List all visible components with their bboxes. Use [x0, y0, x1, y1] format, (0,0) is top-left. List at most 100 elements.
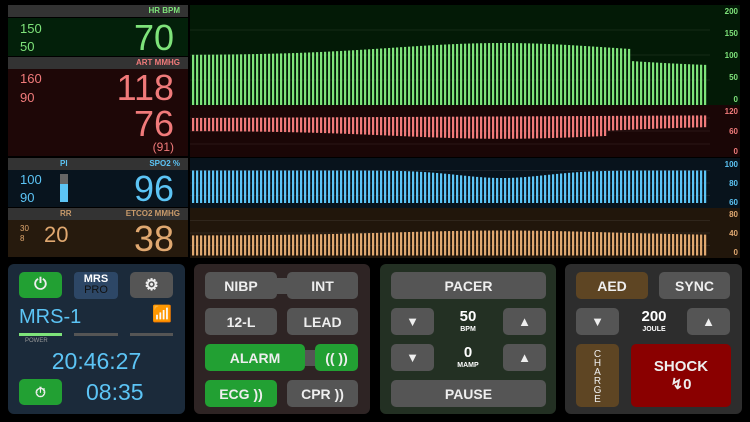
- trend-bar: [488, 177, 491, 203]
- trend-bar: [448, 116, 451, 138]
- trend-bar: [608, 47, 611, 105]
- trend-bar: [444, 44, 447, 105]
- settings-button[interactable]: ⚙: [130, 272, 173, 298]
- charge-button[interactable]: CHARGE: [576, 344, 619, 407]
- trend-bar: [292, 234, 295, 256]
- trend-bar: [372, 117, 375, 135]
- trend-bar: [412, 231, 415, 256]
- trend-bar: [428, 172, 431, 203]
- trend-bar: [508, 177, 511, 203]
- shock-button[interactable]: SHOCK ↯0: [631, 344, 731, 407]
- trend-bar: [268, 53, 271, 105]
- rate-down-button[interactable]: ▼: [391, 308, 434, 335]
- trend-bar: [220, 54, 223, 105]
- int-button[interactable]: INT: [287, 272, 358, 299]
- current-down-button[interactable]: ▼: [391, 344, 434, 371]
- energy-down-button[interactable]: ▼: [576, 308, 619, 335]
- trend-bar: [516, 116, 519, 139]
- trend-bar: [380, 232, 383, 256]
- hr-panel[interactable]: 150 50 70: [8, 18, 188, 56]
- trend-bar: [320, 234, 323, 256]
- trend-bar: [548, 174, 551, 203]
- pacer-button[interactable]: PACER: [391, 272, 546, 299]
- trend-bar: [612, 232, 615, 256]
- 12-lead-button[interactable]: 12-L: [205, 308, 277, 335]
- trend-bar: [324, 234, 327, 256]
- trend-bar: [220, 117, 223, 132]
- power-label: POWER: [25, 338, 48, 344]
- trend-bar: [260, 170, 263, 203]
- etco2-trend: [190, 208, 740, 258]
- trend-bar: [624, 115, 627, 130]
- trend-bar: [480, 116, 483, 139]
- trend-bar: [548, 44, 551, 105]
- trend-bar: [448, 174, 451, 203]
- trend-bar: [396, 232, 399, 256]
- trend-bar: [696, 64, 699, 105]
- trend-bar: [600, 232, 603, 256]
- trend-bar: [372, 233, 375, 256]
- trend-bar: [612, 115, 615, 131]
- sync-button[interactable]: SYNC: [659, 272, 730, 299]
- ecg-button[interactable]: ECG )): [205, 380, 277, 407]
- hr-low-limit: 50: [20, 39, 35, 54]
- rate-up-button[interactable]: ▲: [503, 308, 546, 335]
- trend-bar: [388, 47, 391, 105]
- trend-bar: [424, 172, 427, 203]
- trend-bar: [244, 170, 247, 203]
- trend-bar: [388, 232, 391, 256]
- trend-bar: [500, 177, 503, 203]
- trend-bar: [616, 115, 619, 131]
- trend-bar: [312, 117, 315, 133]
- energy-up-button[interactable]: ▲: [687, 308, 730, 335]
- sound-icon: )): [253, 385, 263, 402]
- trend-bar: [228, 117, 231, 132]
- hr-value: 70: [133, 17, 174, 58]
- trend-bar: [516, 43, 519, 105]
- trend-bar: [568, 172, 571, 203]
- trend-bar: [420, 171, 423, 203]
- trend-bar: [420, 45, 423, 105]
- trend-bar: [204, 170, 207, 203]
- trend-bar: [308, 170, 311, 203]
- timer-button[interactable]: ⏱: [19, 379, 62, 405]
- cpr-button[interactable]: CPR )): [287, 380, 358, 407]
- trend-bar: [600, 171, 603, 203]
- trend-bar: [580, 116, 583, 138]
- lead-button[interactable]: LEAD: [287, 308, 358, 335]
- trend-bar: [508, 230, 511, 256]
- trend-bar: [440, 44, 443, 105]
- trend-bar: [584, 116, 587, 137]
- trend-bar: [236, 235, 239, 256]
- trend-bar: [608, 115, 611, 131]
- trend-bar: [396, 116, 399, 136]
- trend-bar: [400, 116, 403, 137]
- trend-bar: [208, 117, 211, 132]
- trend-bar: [504, 43, 507, 105]
- triangle-down-icon: ▼: [406, 314, 419, 329]
- nibp-button[interactable]: NIBP: [205, 272, 277, 299]
- trend-bar: [340, 117, 343, 134]
- trend-bar: [264, 235, 267, 256]
- trend-bar: [316, 52, 319, 105]
- trend-bar: [516, 230, 519, 256]
- trend-bar: [632, 61, 635, 105]
- power-button[interactable]: ⏻: [19, 272, 62, 298]
- alarm-button[interactable]: ALARM: [205, 344, 305, 371]
- current-up-button[interactable]: ▲: [503, 344, 546, 371]
- trend-bar: [368, 170, 371, 203]
- etco2-panel[interactable]: 30 8 20 38: [8, 220, 188, 257]
- trend-bar: [288, 234, 291, 256]
- triangle-up-icon: ▲: [702, 314, 715, 329]
- alarm-sound-button[interactable]: (( )): [315, 344, 358, 371]
- trend-bar: [532, 43, 535, 105]
- spo2-panel[interactable]: 100 90 96: [8, 170, 188, 207]
- trend-bar: [688, 115, 691, 128]
- aed-button[interactable]: AED: [576, 272, 648, 299]
- trend-bar: [348, 233, 351, 256]
- trend-bar: [400, 232, 403, 256]
- pause-button[interactable]: PAUSE: [391, 380, 546, 407]
- art-trend: [190, 105, 740, 157]
- art-panel[interactable]: 160 90 118 76 (91): [8, 69, 188, 156]
- trend-bar: [572, 231, 575, 256]
